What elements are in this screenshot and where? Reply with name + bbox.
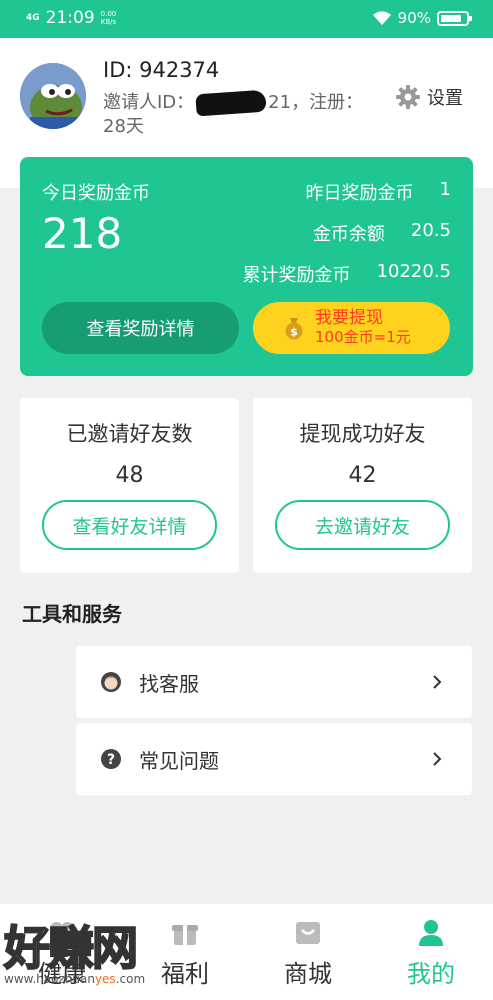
- redaction-scribble: [195, 89, 267, 117]
- yesterday-reward-label: 昨日奖励金币: [305, 183, 414, 204]
- invite-friends-button[interactable]: 去邀请好友: [275, 500, 450, 550]
- today-reward-label: 今日奖励金币: [42, 183, 150, 204]
- nav-welfare[interactable]: 福利: [140, 918, 230, 989]
- battery-icon: [437, 10, 472, 26]
- yesterday-reward-row: 昨日奖励金币 1: [231, 179, 451, 205]
- balance-row: 金币余额 20.5: [231, 220, 451, 246]
- invited-friends-count: 48: [115, 463, 144, 488]
- settings-label: 设置: [427, 88, 463, 109]
- signal-indicator: 4G: [26, 12, 40, 23]
- settings-button[interactable]: 设置: [396, 84, 463, 110]
- inviter-label: 邀请人ID：: [103, 92, 195, 113]
- customer-service-label: 找客服: [139, 671, 199, 696]
- nav-welfare-label: 福利: [161, 960, 209, 988]
- chevron-right-icon: [433, 752, 442, 766]
- chevron-right-icon: [433, 675, 442, 689]
- question-icon: ?: [101, 749, 121, 769]
- network-speed: 0.00 KB/s: [100, 10, 117, 26]
- yesterday-reward-value: 1: [439, 179, 451, 200]
- watermark-url: www.haozhuanyes.com: [4, 972, 146, 986]
- reward-detail-button[interactable]: 查看奖励详情: [42, 302, 239, 354]
- wifi-icon: [372, 10, 391, 25]
- person-icon: [419, 920, 443, 946]
- customer-service-item[interactable]: 找客服: [76, 646, 472, 718]
- withdrawn-friends-label: 提现成功好友: [299, 422, 426, 446]
- withdrawn-friends-card: 提现成功好友 42 去邀请好友: [253, 398, 472, 573]
- nav-mine-label: 我的: [407, 960, 455, 988]
- status-right: 90%: [372, 9, 472, 27]
- svg-text:$: $: [290, 326, 298, 339]
- withdraw-text: 我要提现 100金币=1元: [315, 309, 411, 347]
- customer-service-icon: [101, 672, 121, 692]
- nav-mine[interactable]: 我的: [386, 918, 476, 989]
- status-left: 4G 21:09 0.00 KB/s: [26, 8, 116, 28]
- faq-item[interactable]: ? 常见问题: [76, 723, 472, 795]
- today-reward-value: 218: [42, 209, 123, 258]
- invited-friends-label: 已邀请好友数: [66, 422, 193, 446]
- invited-friends-card: 已邀请好友数 48 查看好友详情: [20, 398, 239, 573]
- reward-card: 今日奖励金币 218 昨日奖励金币 1 金币余额 20.5 累计奖励金币 102…: [20, 157, 473, 376]
- faq-label: 常见问题: [139, 748, 219, 773]
- watermark-logo: 好赚网: [3, 920, 139, 976]
- money-bag-icon: $: [285, 318, 303, 340]
- balance-label: 金币余额: [312, 224, 385, 245]
- frog-avatar-icon: [20, 63, 86, 129]
- user-id: ID: 942374: [103, 58, 220, 82]
- battery-percent: 90%: [397, 9, 431, 27]
- total-reward-row: 累计奖励金币 10220.5: [231, 261, 451, 287]
- inviter-info: 邀请人ID： 21，注册：28天: [103, 89, 373, 139]
- tools-section-title: 工具和服务: [22, 602, 122, 626]
- gift-icon: [172, 925, 198, 945]
- total-reward-value: 10220.5: [376, 261, 451, 282]
- svg-text:?: ?: [107, 752, 115, 768]
- withdraw-rate: 100金币=1元: [315, 328, 411, 346]
- balance-value: 20.5: [410, 220, 451, 241]
- withdrawn-friends-count: 42: [348, 463, 377, 488]
- nav-mall[interactable]: 商城: [263, 918, 353, 989]
- avatar[interactable]: [20, 63, 86, 129]
- total-reward-label: 累计奖励金币: [242, 265, 351, 286]
- withdraw-title: 我要提现: [315, 308, 383, 328]
- withdraw-button[interactable]: $ 我要提现 100金币=1元: [253, 302, 450, 354]
- status-bar: 4G 21:09 0.00 KB/s 90%: [0, 0, 493, 38]
- clock: 21:09: [45, 8, 95, 28]
- view-friends-button[interactable]: 查看好友详情: [42, 500, 217, 550]
- shopping-bag-icon: [296, 922, 320, 944]
- nav-mall-label: 商城: [284, 960, 332, 988]
- gear-icon: [396, 85, 420, 109]
